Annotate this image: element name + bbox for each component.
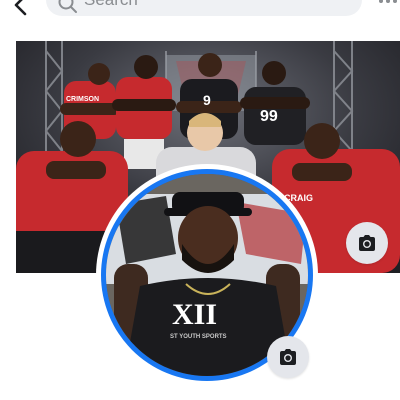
more-dot-icon — [386, 0, 390, 3]
back-arrow-icon — [14, 0, 27, 16]
camera-icon — [359, 235, 375, 251]
search-icon — [58, 0, 77, 13]
shirt-subtext: ST YOUTH SPORTS — [170, 334, 227, 340]
jersey-text: CRIMSON — [66, 96, 99, 103]
jersey-number: 9 — [203, 92, 211, 108]
search-bar[interactable] — [46, 0, 362, 16]
more-dot-icon — [379, 0, 383, 3]
shirt-text: XII — [172, 298, 217, 331]
more-dot-icon — [393, 0, 397, 3]
search-input[interactable] — [84, 0, 344, 16]
top-bar — [0, 0, 400, 18]
back-button[interactable] — [8, 0, 34, 18]
profile-picture-camera-button[interactable] — [267, 336, 309, 378]
camera-icon — [280, 349, 296, 365]
cover-photo-camera-button[interactable] — [346, 222, 388, 264]
more-options-button[interactable] — [378, 0, 398, 8]
jersey-number: 99 — [260, 108, 278, 125]
profile-page: CRIMSON 9 99 — [0, 0, 400, 400]
